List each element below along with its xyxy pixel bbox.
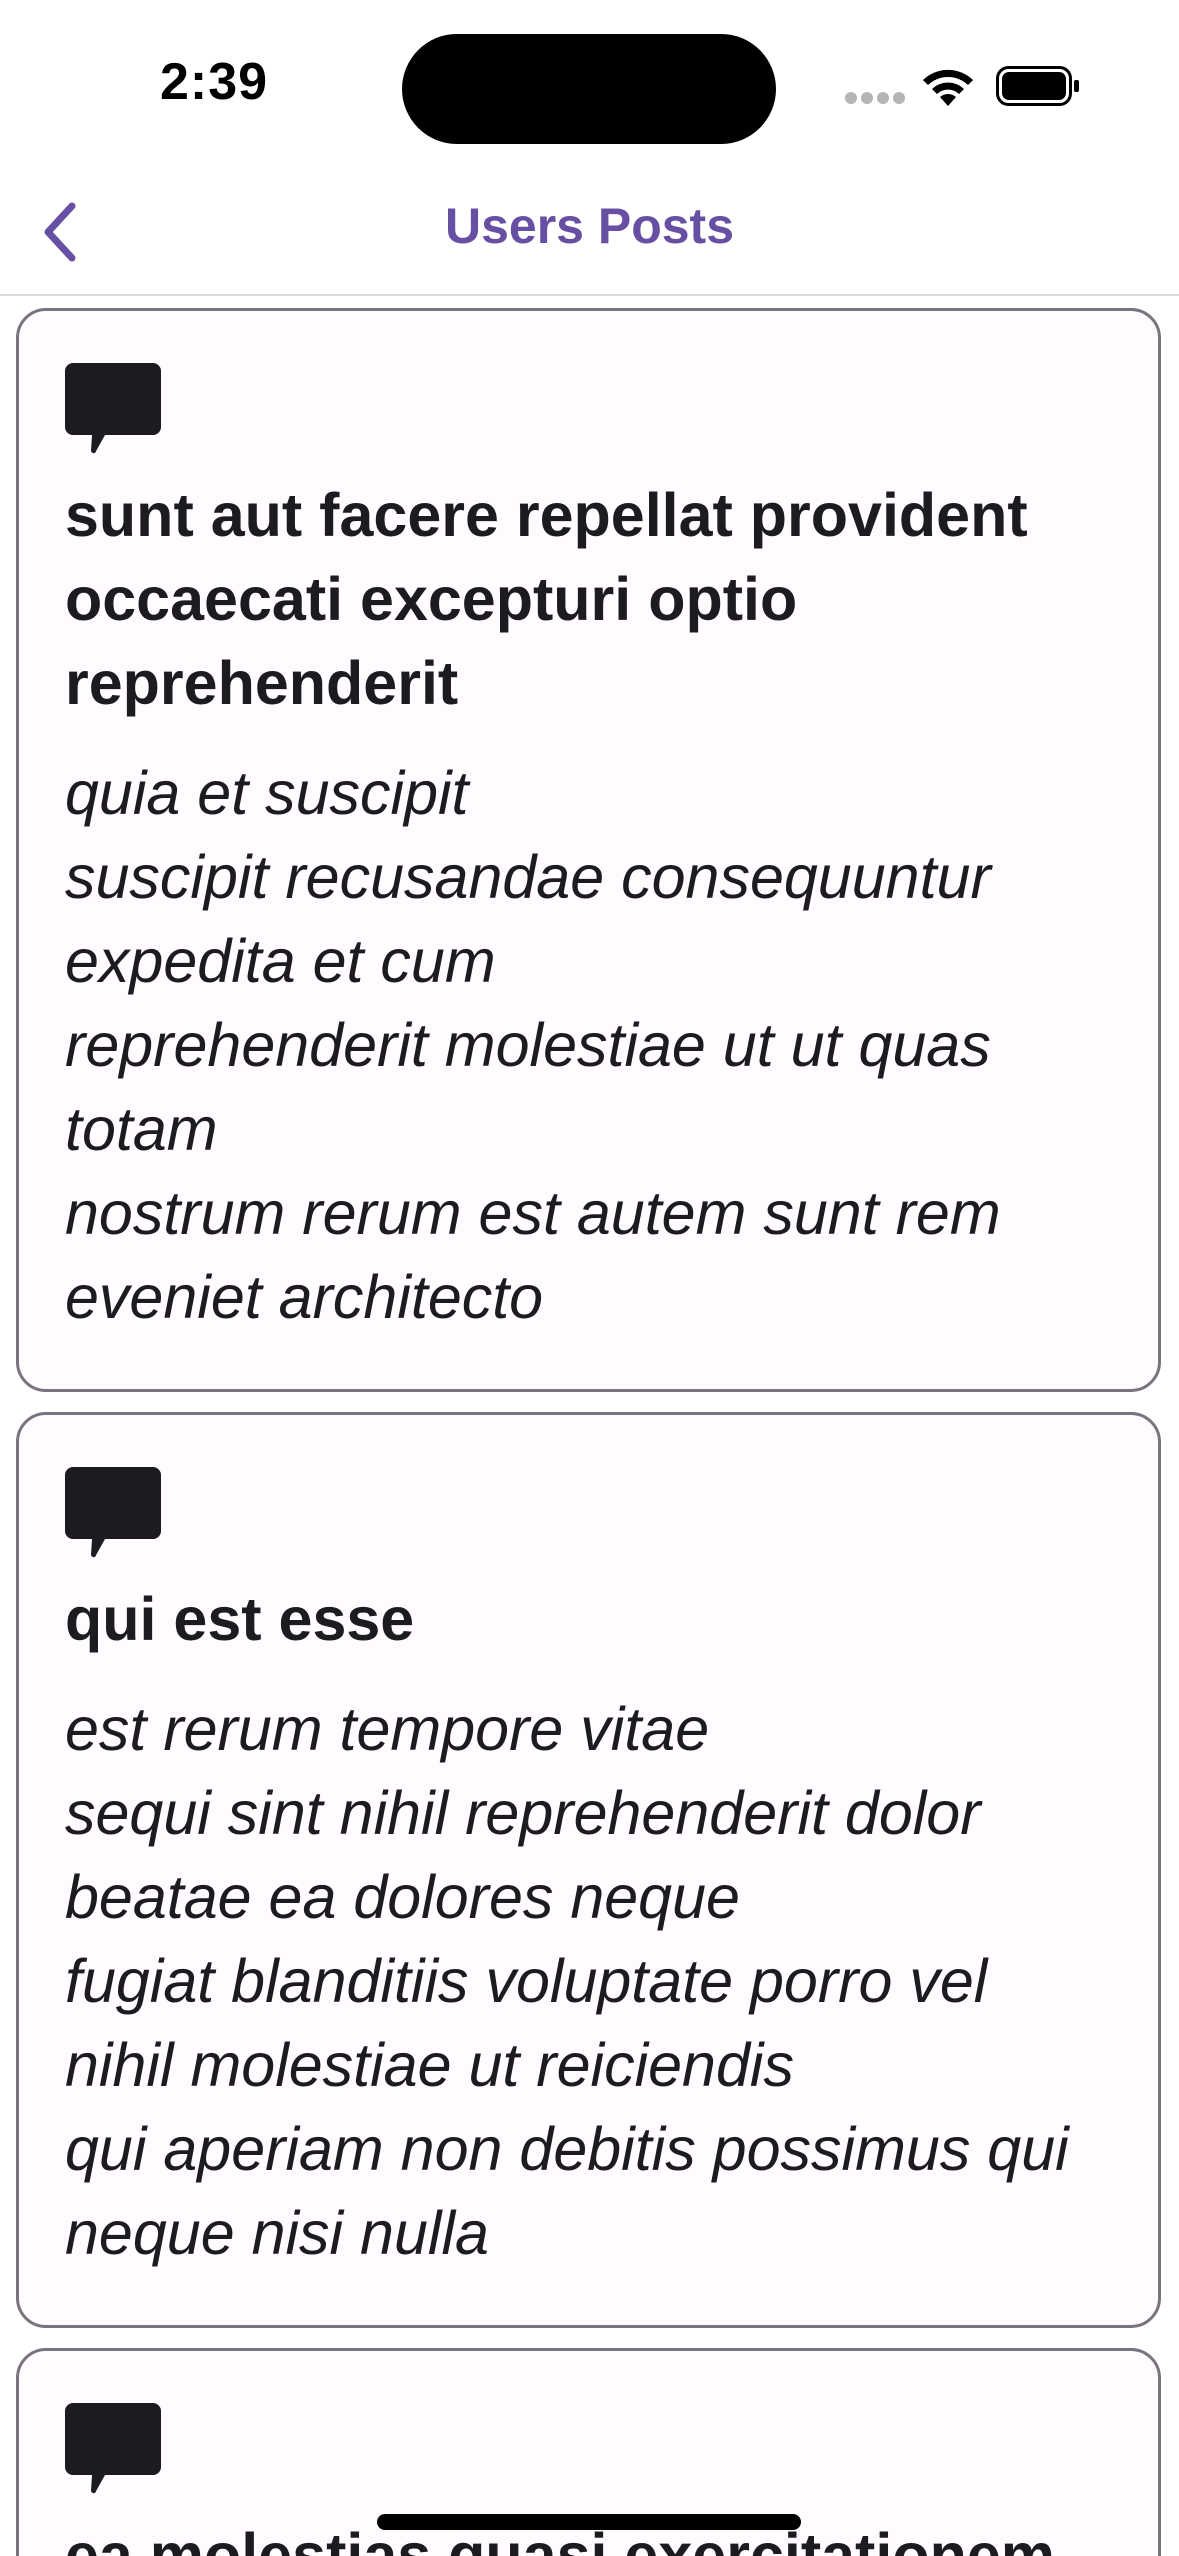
battery-icon: [996, 66, 1079, 106]
comment-icon: [65, 1467, 161, 1558]
post-title: qui est esse: [65, 1585, 415, 1653]
post-card[interactable]: qui est esse est rerum tempore vitae seq…: [16, 1412, 1161, 2328]
wifi-icon: [923, 69, 973, 106]
chevron-left-icon: [44, 202, 76, 262]
dynamic-island: [402, 34, 776, 144]
posts-list[interactable]: sunt aut facere repellat provident occae…: [0, 296, 1179, 2556]
post-title: sunt aut facere repellat provident occae…: [65, 481, 1028, 717]
post-card[interactable]: sunt aut facere repellat provident occae…: [16, 308, 1161, 1392]
status-time: 2:39: [160, 53, 269, 111]
navigation-bar: Users Posts: [0, 170, 1179, 296]
cellular-signal-icon: [845, 92, 907, 106]
page-title: Users Posts: [444, 198, 735, 254]
back-button[interactable]: [20, 192, 100, 272]
post-body: est rerum tempore vitae sequi sint nihil…: [65, 1695, 1069, 2267]
comment-icon: [65, 363, 161, 454]
post-body: quia et suscipit suscipit recusandae con…: [65, 759, 1001, 1331]
status-bar: 2:39: [0, 0, 1179, 170]
comment-icon: [65, 2403, 161, 2494]
home-indicator[interactable]: [377, 2514, 801, 2530]
